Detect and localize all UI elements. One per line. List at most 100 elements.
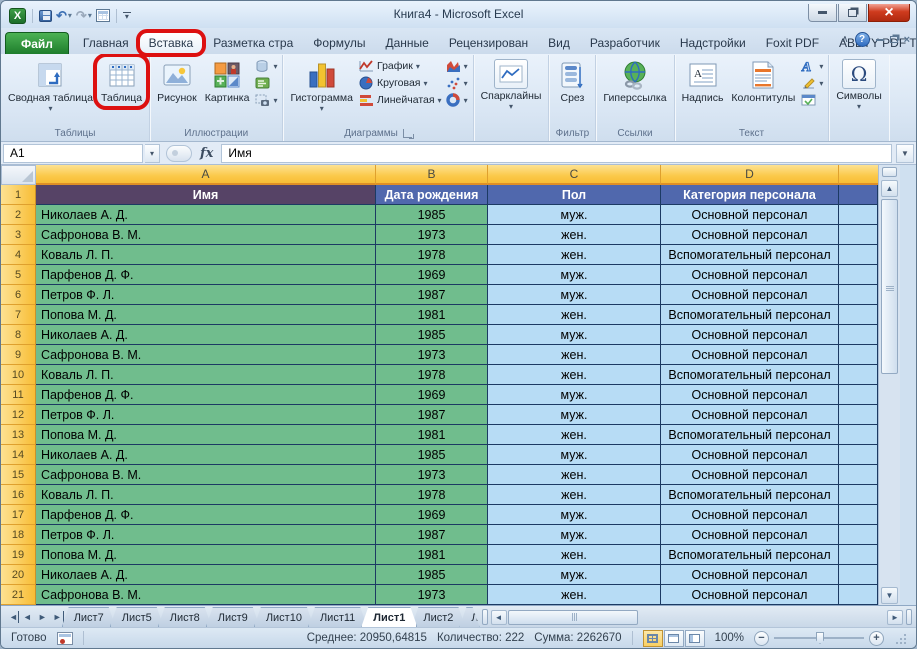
normal-view-button[interactable]	[643, 630, 663, 647]
sheet-tab[interactable]: Лист2	[411, 607, 465, 627]
tab-scroll-split[interactable]	[482, 609, 488, 625]
cell-name[interactable]: Парфенов Д. Ф.	[36, 265, 376, 285]
row-header[interactable]: 11	[1, 385, 36, 405]
sheet-tab[interactable]: Лист7	[62, 607, 116, 627]
cell-name[interactable]: Парфенов Д. Ф.	[36, 505, 376, 525]
row-header[interactable]: 9	[1, 345, 36, 365]
cell-name[interactable]: Коваль Л. П.	[36, 365, 376, 385]
help-button[interactable]: ?	[855, 32, 870, 47]
formula-input[interactable]: Имя	[221, 144, 892, 163]
bar-chart-button[interactable]: Линейчатая▾	[359, 93, 442, 107]
row-header[interactable]: 16	[1, 485, 36, 505]
sheet-tab[interactable]: Лист1	[361, 607, 417, 627]
cell-birth-year[interactable]: 1978	[376, 485, 488, 505]
header-cell-birth[interactable]: Дата рождения	[376, 185, 488, 205]
cell-category[interactable]: Основной персонал	[661, 385, 839, 405]
insert-function-button[interactable]	[166, 145, 192, 162]
row-header[interactable]: 5	[1, 265, 36, 285]
cell-category[interactable]: Основной персонал	[661, 265, 839, 285]
cell-extra[interactable]	[839, 265, 878, 285]
cell-category[interactable]: Вспомогательный персонал	[661, 545, 839, 565]
cell-category[interactable]: Вспомогательный персонал	[661, 485, 839, 505]
cell-category[interactable]: Основной персонал	[661, 345, 839, 365]
scroll-left-button[interactable]: ◄	[491, 610, 507, 625]
cell-extra[interactable]	[839, 345, 878, 365]
header-cell-extra[interactable]	[839, 185, 878, 205]
cell-name[interactable]: Парфенов Д. Ф.	[36, 385, 376, 405]
cell-category[interactable]: Основной персонал	[661, 505, 839, 525]
cell-birth-year[interactable]: 1973	[376, 585, 488, 605]
header-cell-category[interactable]: Категория персонала	[661, 185, 839, 205]
cell-gender[interactable]: муж.	[488, 265, 661, 285]
cell-extra[interactable]	[839, 485, 878, 505]
row-header[interactable]: 3	[1, 225, 36, 245]
hyperlink-button[interactable]: Гиперссылка	[599, 57, 670, 106]
cell-extra[interactable]	[839, 385, 878, 405]
cell-name[interactable]: Николаев А. Д.	[36, 325, 376, 345]
first-sheet-button[interactable]: ◄	[7, 611, 19, 623]
signature-line-button[interactable]: ▾	[801, 76, 823, 90]
customize-qat-button[interactable]: ▾	[123, 12, 131, 20]
zoom-track[interactable]	[774, 637, 864, 639]
cell-name[interactable]: Коваль Л. П.	[36, 485, 376, 505]
slicer-button[interactable]: Срез	[552, 57, 592, 106]
cell-category[interactable]: Основной персонал	[661, 285, 839, 305]
redo-button[interactable]: ↷▾	[76, 9, 92, 22]
ribbon-tab[interactable]: Рецензирован	[439, 32, 538, 54]
ribbon-tab[interactable]: Надстройки	[670, 32, 756, 54]
expand-formula-bar-button[interactable]: ▼	[896, 144, 914, 163]
cell-name[interactable]: Петров Ф. Л.	[36, 405, 376, 425]
cell-birth-year[interactable]: 1985	[376, 205, 488, 225]
dialog-launcher-icon[interactable]	[403, 129, 412, 138]
cell-birth-year[interactable]: 1978	[376, 365, 488, 385]
cell-name[interactable]: Сафронова В. М.	[36, 585, 376, 605]
cell-gender[interactable]: жен.	[488, 585, 661, 605]
wordart-button[interactable]: A ▾	[801, 59, 823, 73]
fx-icon[interactable]: fx	[194, 146, 219, 161]
cell-extra[interactable]	[839, 585, 878, 605]
save-button[interactable]	[39, 10, 52, 22]
cell-birth-year[interactable]: 1973	[376, 345, 488, 365]
object-button[interactable]	[801, 93, 823, 107]
row-header[interactable]: 15	[1, 465, 36, 485]
row-header[interactable]: 18	[1, 525, 36, 545]
row-header[interactable]: 8	[1, 325, 36, 345]
cell-name[interactable]: Петров Ф. Л.	[36, 285, 376, 305]
row-header[interactable]: 6	[1, 285, 36, 305]
minimize-button[interactable]	[808, 4, 837, 22]
cell-category[interactable]: Основной персонал	[661, 525, 839, 545]
cell-category[interactable]: Вспомогательный персонал	[661, 305, 839, 325]
quick-table-button[interactable]	[96, 9, 110, 22]
cell-category[interactable]: Основной персонал	[661, 445, 839, 465]
cell-extra[interactable]	[839, 545, 878, 565]
cell-gender[interactable]: муж.	[488, 385, 661, 405]
ribbon-tab[interactable]: Данные	[375, 32, 438, 54]
cell-gender[interactable]: жен.	[488, 365, 661, 385]
cell-extra[interactable]	[839, 425, 878, 445]
undo-button[interactable]: ↶▾	[56, 9, 72, 22]
cell-gender[interactable]: муж.	[488, 285, 661, 305]
cell-category[interactable]: Основной персонал	[661, 405, 839, 425]
workbook-close-button[interactable]: ×	[904, 34, 910, 46]
pivot-table-button[interactable]: Сводная таблица ▾	[4, 57, 97, 114]
cell-extra[interactable]	[839, 205, 878, 225]
close-button[interactable]: ×	[868, 4, 910, 22]
collapse-ribbon-button[interactable]: ∧	[841, 34, 848, 45]
clipart-button[interactable]: Картинка	[201, 57, 254, 106]
zoom-in-button[interactable]: +	[869, 631, 884, 646]
textbox-button[interactable]: A Надпись	[678, 57, 728, 106]
row-header[interactable]: 12	[1, 405, 36, 425]
cell-birth-year[interactable]: 1981	[376, 425, 488, 445]
cell-gender[interactable]: муж.	[488, 565, 661, 585]
prev-sheet-button[interactable]: ◄	[21, 611, 34, 623]
ribbon-tab[interactable]: Вставка	[139, 32, 204, 54]
next-sheet-button[interactable]: ►	[36, 611, 49, 623]
screenshot-button[interactable]: ▾	[255, 93, 277, 107]
col-header-c[interactable]: C	[488, 165, 661, 185]
cell-extra[interactable]	[839, 365, 878, 385]
cell-category[interactable]: Основной персонал	[661, 565, 839, 585]
cell-extra[interactable]	[839, 305, 878, 325]
row-header[interactable]: 14	[1, 445, 36, 465]
cell-extra[interactable]	[839, 405, 878, 425]
cell-extra[interactable]	[839, 245, 878, 265]
